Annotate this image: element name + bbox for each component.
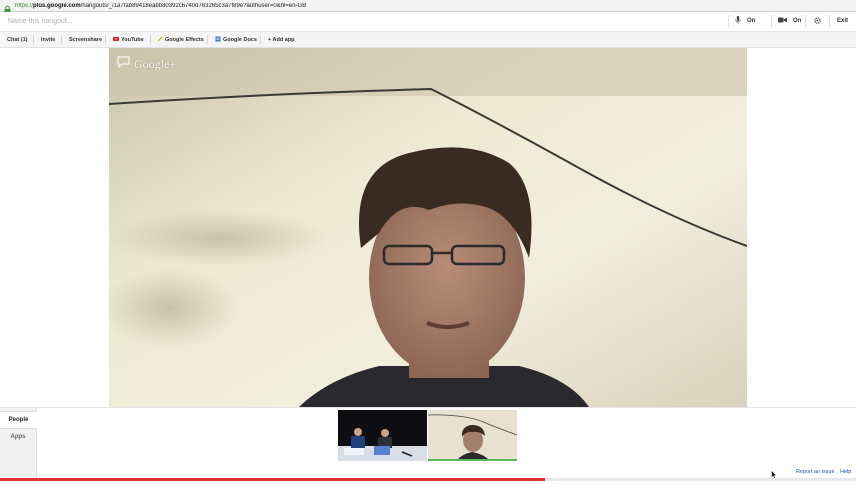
- url-scheme: https://: [15, 2, 34, 9]
- mic-status: On: [747, 18, 756, 24]
- camera-status: On: [793, 18, 802, 24]
- url-text[interactable]: https://plus.google.com/hangouts/_/1a7fa…: [15, 3, 306, 9]
- participant-video: [338, 410, 427, 461]
- divider: [260, 35, 261, 44]
- add-app-label: + Add app: [268, 36, 295, 43]
- divider: [829, 15, 830, 28]
- hangout-name-input[interactable]: [5, 15, 411, 27]
- google-plus-chat-icon: [117, 56, 134, 72]
- participant-thumbnail[interactable]: [338, 410, 427, 461]
- divider: [61, 35, 62, 44]
- tab-screenshare-label: Screenshare: [69, 36, 103, 43]
- url-path: /hangouts/_/1a7fab89418eabb80392c6740d76…: [80, 2, 307, 9]
- report-issue-link[interactable]: Report an issue: [796, 469, 835, 475]
- divider: [207, 35, 208, 44]
- camera-toggle[interactable]: On: [778, 15, 801, 27]
- divider: [150, 35, 151, 44]
- mic-icon: [735, 16, 747, 26]
- tab-google-docs[interactable]: Google Docs: [215, 32, 257, 47]
- lock-icon: [3, 1, 12, 14]
- tab-screenshare[interactable]: Screenshare: [69, 32, 102, 47]
- url-host: plus.google.com: [33, 2, 81, 9]
- mouse-cursor-icon: [771, 466, 777, 484]
- google-plus-watermark: Google+: [117, 56, 176, 72]
- exit-label: Exit: [837, 18, 849, 24]
- divider: [771, 15, 772, 28]
- divider: [805, 15, 806, 28]
- divider: [105, 35, 106, 44]
- tab-invite[interactable]: Invite: [41, 32, 55, 47]
- settings-button[interactable]: [814, 15, 827, 27]
- mic-toggle[interactable]: On: [735, 15, 755, 27]
- main-video-frame: [109, 48, 747, 407]
- tab-chat[interactable]: Chat (1): [7, 32, 27, 47]
- hangout-top-bar: On On Exit: [0, 12, 856, 32]
- self-thumbnail[interactable]: [428, 410, 517, 461]
- tab-apps-label: Apps: [10, 434, 26, 440]
- tab-youtube[interactable]: YouTube: [113, 32, 144, 47]
- self-video: [428, 410, 517, 461]
- tab-people-label: People: [8, 417, 29, 423]
- main-video[interactable]: [109, 48, 747, 407]
- tab-apps[interactable]: Apps: [0, 429, 36, 445]
- docs-icon: [215, 36, 221, 44]
- add-app-button[interactable]: + Add app: [268, 32, 295, 47]
- divider: [728, 15, 729, 28]
- browser-url-bar[interactable]: https://plus.google.com/hangouts/_/1a7fa…: [0, 0, 856, 14]
- help-link[interactable]: Help: [840, 469, 851, 475]
- tab-youtube-label: YouTube: [121, 36, 144, 43]
- tab-google-docs-label: Google Docs: [223, 36, 257, 43]
- divider: [33, 35, 34, 44]
- active-speaker-indicator: [428, 459, 517, 461]
- tab-google-effects-label: Google Effects: [165, 36, 204, 43]
- camera-icon: [778, 17, 793, 25]
- apps-toolbar: Chat (1) Invite Screenshare YouTube Goog…: [0, 32, 856, 48]
- tab-people[interactable]: People: [0, 411, 37, 429]
- tab-invite-label: Invite: [41, 36, 56, 43]
- side-tabs: People Apps: [0, 408, 37, 481]
- effects-icon: [157, 35, 163, 44]
- gear-icon: [814, 16, 827, 26]
- tab-chat-label: Chat (1): [7, 36, 28, 43]
- watermark-text: Google+: [134, 56, 177, 71]
- exit-button[interactable]: Exit: [837, 15, 848, 27]
- youtube-icon: [113, 36, 119, 44]
- tab-google-effects[interactable]: Google Effects: [157, 32, 204, 47]
